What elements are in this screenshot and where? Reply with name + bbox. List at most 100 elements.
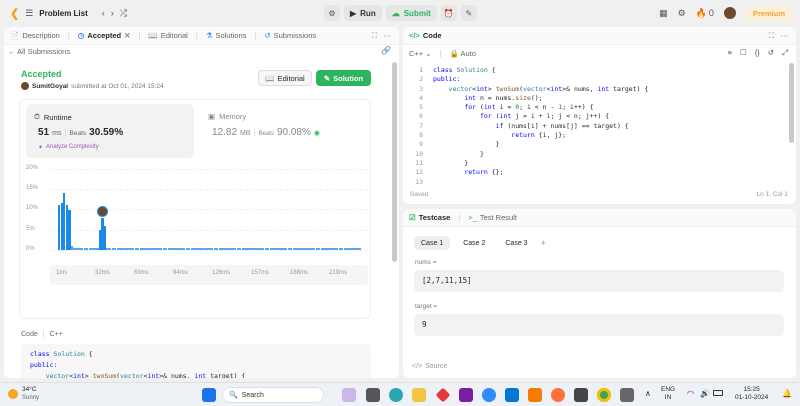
- volume-icon[interactable]: 🔊: [700, 389, 710, 398]
- tab-test-result[interactable]: >_ Test Result: [468, 213, 517, 222]
- clock[interactable]: 15:25 01-10-2024: [735, 386, 768, 402]
- editor-body[interactable]: 1 2 3 4 5 6 7 8 9 10 11 12 13 class Solution { publi…: [403, 64, 788, 189]
- book-icon: 📖: [148, 31, 158, 40]
- firefox-icon[interactable]: [551, 388, 565, 402]
- widgets-icon[interactable]: [342, 388, 356, 402]
- auto-toggle[interactable]: 🔒 Auto: [450, 49, 476, 58]
- solution-button[interactable]: ✎ Solution: [316, 70, 371, 86]
- store-icon[interactable]: [505, 388, 519, 402]
- debug-icon[interactable]: ⚙: [324, 5, 340, 21]
- tab-solutions[interactable]: ⚗ Solutions: [206, 31, 247, 40]
- language-indicator[interactable]: ENG IN: [661, 386, 675, 402]
- fullscreen-icon[interactable]: ⤢: [782, 48, 788, 58]
- clock-icon: ◷: [77, 31, 85, 40]
- add-case-icon[interactable]: +: [541, 238, 546, 248]
- premium-button[interactable]: Premium: [745, 5, 792, 21]
- back-to-submissions[interactable]: ← All Submissions: [8, 47, 70, 56]
- chart-bar[interactable]: [103, 225, 107, 250]
- link-icon[interactable]: 🔗: [381, 46, 391, 55]
- braces-icon[interactable]: {}: [755, 48, 760, 58]
- close-icon[interactable]: ✕: [124, 31, 130, 40]
- user-name[interactable]: SumitGoyal: [32, 83, 68, 90]
- code-label: Code: [21, 331, 38, 338]
- more-icon[interactable]: ⋯: [781, 31, 789, 40]
- app-icon[interactable]: [459, 388, 473, 402]
- case-2-tab[interactable]: Case 2: [456, 236, 492, 250]
- code-line: public:: [433, 75, 461, 84]
- settings-icon[interactable]: ⚙: [678, 8, 686, 19]
- problem-list-link[interactable]: Problem List: [39, 9, 87, 18]
- tray-chevron-icon[interactable]: ∧: [645, 389, 651, 398]
- submit-button[interactable]: ☁ Submit: [385, 5, 437, 21]
- task-view-icon[interactable]: [366, 388, 380, 402]
- folder-icon[interactable]: [412, 388, 426, 402]
- tab-description[interactable]: 📄 Description: [10, 31, 60, 40]
- more-icon[interactable]: ⋯: [384, 31, 392, 40]
- app-icon[interactable]: [620, 388, 634, 402]
- weather-widget[interactable]: 34°C Sunny: [8, 386, 39, 402]
- chrome-icon[interactable]: [597, 388, 611, 402]
- chevron-left-icon[interactable]: ‹: [102, 8, 105, 18]
- expand-icon[interactable]: ⛶: [769, 31, 774, 41]
- chart-bar[interactable]: [358, 247, 362, 250]
- editor-scrollbar[interactable]: [789, 63, 794, 143]
- notes-icon[interactable]: ✎: [460, 5, 477, 21]
- divider: |: [458, 213, 461, 222]
- editorial-button[interactable]: 📖 Editorial: [258, 70, 312, 86]
- source-link[interactable]: </> Source: [412, 363, 447, 370]
- tab-accepted[interactable]: ◷ Accepted ✕: [78, 31, 131, 40]
- bookmark-icon[interactable]: ☐: [740, 48, 747, 58]
- tab-label: Description: [22, 31, 60, 40]
- line-number: 5: [419, 103, 423, 112]
- run-button[interactable]: ▶ Run: [344, 5, 382, 21]
- divider: |: [253, 128, 256, 137]
- code-line: vector<int> twoSum(vector<int>& nums, in…: [45, 372, 246, 378]
- analyze-complexity-link[interactable]: ✦ Analyze Complexity: [38, 144, 99, 151]
- expand-icon[interactable]: ⛶: [372, 31, 377, 41]
- nums-input[interactable]: [2,7,11,15]: [414, 270, 784, 292]
- chevron-right-icon[interactable]: ›: [111, 8, 114, 18]
- search-box[interactable]: 🔍 Search: [222, 387, 324, 403]
- case-3-tab[interactable]: Case 3: [498, 236, 534, 250]
- tab-testcase[interactable]: ☑ Testcase: [409, 213, 450, 222]
- edit-icon: ✎: [323, 73, 331, 83]
- beats-label: Beats: [258, 131, 274, 137]
- scrollbar[interactable]: [392, 62, 397, 262]
- notification-icon[interactable]: 🔔: [782, 389, 792, 398]
- line-number: 4: [419, 93, 423, 102]
- tab-editorial[interactable]: 📖 Editorial: [148, 31, 187, 40]
- tab-submissions[interactable]: ↺ Submissions: [264, 31, 316, 40]
- format-icon[interactable]: ≡: [728, 48, 732, 58]
- memory-box[interactable]: ▣ Memory 12.82 MB | Beats 90.08% ◉: [200, 104, 368, 158]
- start-icon[interactable]: [202, 388, 216, 402]
- wifi-icon[interactable]: ◠: [687, 389, 694, 398]
- app-icon[interactable]: [528, 388, 542, 402]
- user-marker-avatar[interactable]: [96, 205, 108, 217]
- alarm-icon[interactable]: ⏰: [440, 5, 457, 21]
- language-select[interactable]: C++ ⌄: [409, 49, 432, 58]
- runtime-box[interactable]: ⏱ Runtime 51 ms | Beats 30.59% ✦ Analyze C…: [26, 104, 194, 158]
- app-icon[interactable]: [435, 387, 451, 403]
- arrow-left-icon: ←: [8, 47, 16, 56]
- battery-icon[interactable]: [713, 390, 723, 396]
- reset-icon[interactable]: ↺: [768, 48, 774, 58]
- tab-code[interactable]: </> Code: [409, 31, 442, 40]
- fire-icon[interactable]: 🔥 0: [696, 8, 714, 19]
- shuffle-icon[interactable]: ⤮: [120, 8, 127, 19]
- avatar[interactable]: [723, 7, 736, 19]
- temperature: 34°C: [22, 386, 37, 393]
- edge-icon[interactable]: [389, 388, 403, 402]
- app-icon[interactable]: [574, 388, 588, 402]
- y-tick-label: 0%: [26, 245, 35, 252]
- case-1-tab[interactable]: Case 1: [414, 236, 451, 250]
- list-icon[interactable]: ☰: [25, 8, 33, 19]
- chart-bar[interactable]: [68, 209, 71, 250]
- layout-icon[interactable]: ▦: [659, 8, 668, 19]
- code-panel: </> Code ⛶ ⋯ C++ ⌄ | 🔒 Auto ≡ ☐ {} ↺ ⤢ 12…: [403, 27, 796, 204]
- target-input[interactable]: 9: [414, 314, 784, 336]
- zoom-icon[interactable]: [482, 388, 496, 402]
- tab-label: Test Result: [479, 213, 517, 222]
- y-tick-label: 5%: [26, 225, 35, 232]
- solution-label: Solution: [333, 73, 364, 83]
- logo-icon[interactable]: ❮: [10, 7, 19, 20]
